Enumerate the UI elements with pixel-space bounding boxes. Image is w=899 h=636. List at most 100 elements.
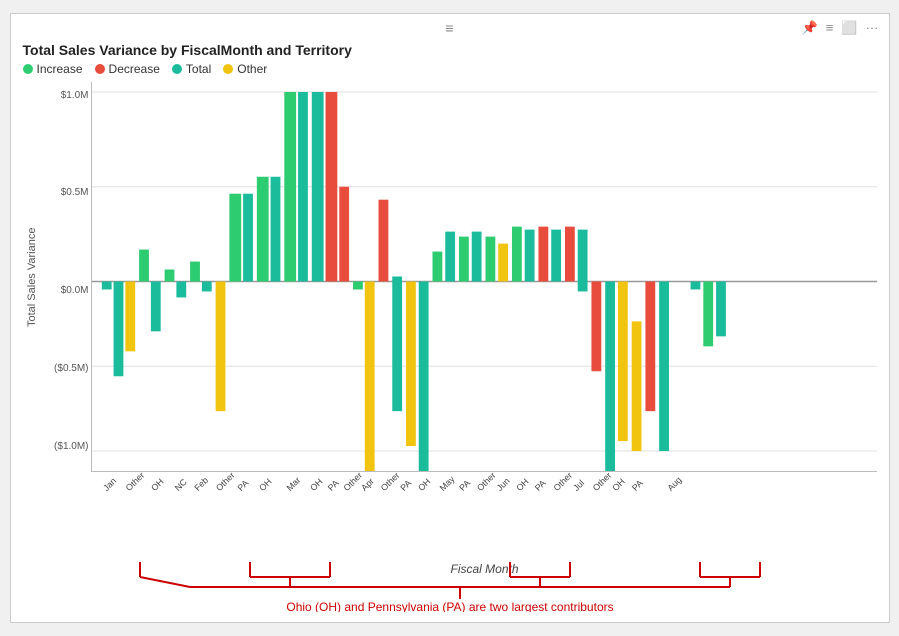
y-tick-1: $1.0M <box>61 90 89 101</box>
x-label-pa2: PA <box>325 478 340 493</box>
bar <box>284 92 296 282</box>
x-label-oh1: OH <box>149 476 165 492</box>
bar <box>392 277 402 412</box>
chart-title: Total Sales Variance by FiscalMonth and … <box>23 42 877 58</box>
y-tick-2: $0.5M <box>61 187 89 198</box>
bar <box>190 262 200 282</box>
increase-label: Increase <box>37 62 83 76</box>
x-label-other5: Other <box>474 471 497 493</box>
legend-other: Other <box>223 62 267 76</box>
bar <box>605 281 615 471</box>
bar <box>432 252 442 282</box>
bar <box>176 281 186 297</box>
bar <box>471 232 481 282</box>
x-label-jun: Jun <box>494 476 511 493</box>
bar <box>511 227 521 282</box>
bar <box>445 232 455 282</box>
bar <box>577 230 587 292</box>
drag-handle-icon: ≡ <box>445 20 453 36</box>
bar <box>298 92 308 282</box>
bar <box>353 281 363 289</box>
bar <box>645 281 655 411</box>
expand-icon[interactable]: ⬜ <box>841 20 857 36</box>
x-axis-svg: Jan Other OH NC Feb Other PA OH Mar OH P… <box>92 471 877 561</box>
x-label-may: May <box>437 474 456 493</box>
bar <box>150 281 160 331</box>
bar <box>716 281 726 336</box>
bar <box>164 270 174 282</box>
x-label-other3: Other <box>341 471 364 493</box>
bar <box>378 200 388 282</box>
bar <box>270 177 280 282</box>
legend-decrease: Decrease <box>95 62 160 76</box>
other-label: Other <box>237 62 267 76</box>
bar <box>201 281 211 291</box>
x-label-pa1: PA <box>235 478 250 493</box>
bar <box>215 281 225 411</box>
top-bar: ≡ <box>445 20 453 36</box>
annotation-area: Ohio (OH) and Pennsylvania (PA) are two … <box>11 557 889 612</box>
bar <box>325 92 337 282</box>
menu-icon[interactable]: ≡ <box>826 20 834 36</box>
bar <box>406 281 416 446</box>
x-label-other4: Other <box>378 471 401 493</box>
bar <box>485 237 495 282</box>
bar <box>113 281 123 376</box>
bar <box>538 227 548 282</box>
decrease-label: Decrease <box>109 62 160 76</box>
bar <box>690 281 700 289</box>
x-label-oh4: OH <box>416 476 432 492</box>
bar <box>364 281 374 471</box>
increase-dot <box>23 64 33 74</box>
bar <box>256 177 268 282</box>
x-label-other2: Other <box>213 471 236 493</box>
bar <box>139 250 149 282</box>
other-dot <box>223 64 233 74</box>
total-dot <box>172 64 182 74</box>
x-label-pa3: PA <box>398 478 413 493</box>
x-label-jul: Jul <box>571 478 586 493</box>
x-label-oh3: OH <box>308 476 324 492</box>
bar <box>631 321 641 451</box>
bar <box>498 244 508 282</box>
chart-svg <box>92 82 877 471</box>
annotation-svg: Ohio (OH) and Pennsylvania (PA) are two … <box>20 557 880 612</box>
bar <box>229 194 241 282</box>
x-label-other7: Other <box>590 471 613 493</box>
y-tick-4: ($0.5M) <box>54 363 88 374</box>
x-label-oh5: OH <box>514 476 530 492</box>
bar <box>101 281 111 289</box>
x-label-aug: Aug <box>665 475 683 493</box>
bar <box>311 92 323 282</box>
bar <box>524 230 534 282</box>
x-label-oh6: OH <box>610 476 626 492</box>
x-label-oh2: OH <box>257 476 273 492</box>
x-label-other1: Other <box>123 471 146 493</box>
x-label-jan: Jan <box>101 476 118 493</box>
pin-icon[interactable]: 📌 <box>802 20 818 36</box>
bar <box>591 281 601 371</box>
bar <box>339 187 349 282</box>
y-axis-label: Total Sales Variance <box>23 82 41 472</box>
bar <box>458 237 468 282</box>
top-icons[interactable]: 📌 ≡ ⬜ ··· <box>802 20 879 36</box>
x-label-pa4: PA <box>457 478 472 493</box>
y-tick-3: $0.0M <box>61 285 89 296</box>
bar <box>125 281 135 351</box>
x-label-nc: NC <box>172 476 189 493</box>
x-label-other6: Other <box>551 471 574 493</box>
decrease-dot <box>95 64 105 74</box>
bar <box>703 281 713 346</box>
chart-card: ≡ 📌 ≡ ⬜ ··· Total Sales Variance by Fisc… <box>10 13 890 623</box>
total-label: Total <box>186 62 211 76</box>
bar <box>659 281 669 451</box>
bar <box>564 227 574 282</box>
legend-increase: Increase <box>23 62 83 76</box>
y-tick-5: ($1.0M) <box>54 441 88 452</box>
legend: Increase Decrease Total Other <box>23 62 877 76</box>
bar <box>551 230 561 282</box>
x-label-pa5: PA <box>532 478 547 493</box>
more-icon[interactable]: ··· <box>866 20 879 36</box>
bar <box>617 281 627 441</box>
x-label-pa6: PA <box>629 478 644 493</box>
